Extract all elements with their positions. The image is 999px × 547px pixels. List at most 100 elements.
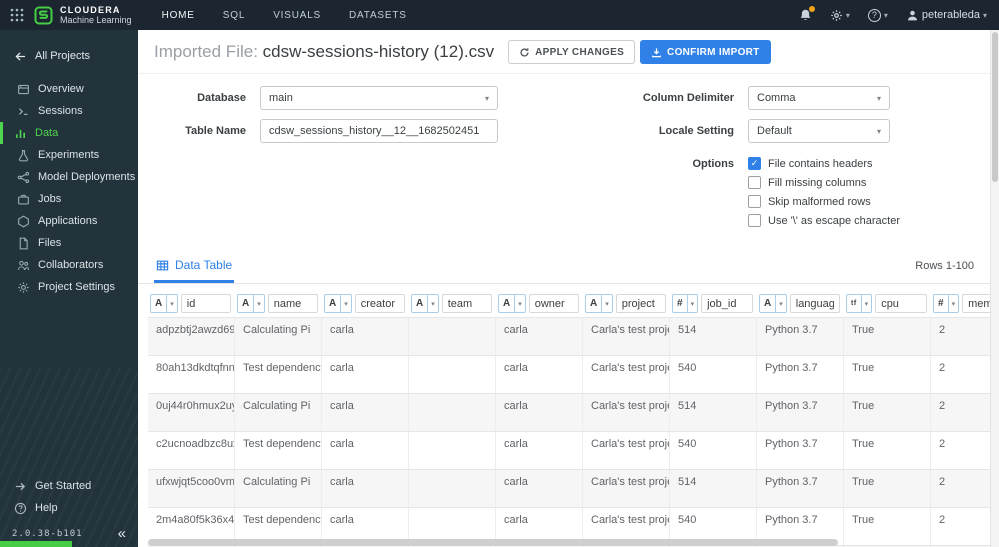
column-type-selector[interactable]: A ▾ xyxy=(411,294,439,313)
column-header-team: A ▾ xyxy=(409,294,496,313)
table-cell: True xyxy=(844,432,931,469)
sidebar-item-sessions[interactable]: Sessions xyxy=(0,100,138,122)
column-name-input[interactable] xyxy=(615,294,666,313)
help-menu-button[interactable]: ? ▾ xyxy=(867,8,888,22)
table-cell: True xyxy=(844,394,931,431)
sidebar-item-jobs[interactable]: Jobs xyxy=(0,188,138,210)
confirm-import-button[interactable]: CONFIRM IMPORT xyxy=(640,40,771,64)
sidebar-footer: Get Started Help xyxy=(0,475,138,519)
option-fill-missing-columns[interactable]: Fill missing columns xyxy=(748,176,900,189)
tab-data-table[interactable]: Data Table xyxy=(154,252,235,283)
column-type-selector[interactable]: A ▾ xyxy=(324,294,352,313)
sidebar-item-files[interactable]: Files xyxy=(0,232,138,254)
checkbox-unchecked-icon[interactable] xyxy=(748,214,761,227)
column-type-selector[interactable]: # ▾ xyxy=(933,294,960,313)
sidebar-item-label: Collaborators xyxy=(38,259,104,271)
chevron-down-icon: ▾ xyxy=(860,295,872,312)
column-name-input[interactable] xyxy=(875,294,927,313)
sessions-icon xyxy=(17,105,30,118)
project-settings-icon xyxy=(17,281,30,294)
nav-item-sql[interactable]: SQL xyxy=(223,10,245,21)
sidebar-item-applications[interactable]: Applications xyxy=(0,210,138,232)
sidebar-item-data[interactable]: Data xyxy=(0,122,138,144)
chevron-down-icon: ▾ xyxy=(427,295,438,312)
checkbox-checked-icon[interactable]: ✓ xyxy=(748,157,761,170)
sidebar-footer-get-started[interactable]: Get Started xyxy=(0,475,138,497)
cloudera-ml-logo[interactable]: CLOUDERA Machine Learning xyxy=(34,5,132,26)
user-menu-button[interactable]: peterableda ▾ xyxy=(906,9,987,22)
checkbox-unchecked-icon[interactable] xyxy=(748,195,761,208)
table-cell: Carla's test project2 xyxy=(583,470,670,507)
column-name-input[interactable] xyxy=(789,294,840,313)
files-icon xyxy=(17,237,30,250)
column-type-selector[interactable]: # ▾ xyxy=(672,294,699,313)
horizontal-scrollbar[interactable] xyxy=(148,539,838,546)
sidebar-footer-help[interactable]: Help xyxy=(0,497,138,519)
option-label: Fill missing columns xyxy=(768,176,867,189)
table-name-input[interactable] xyxy=(260,119,498,143)
column-delimiter-select[interactable]: Comma ▾ xyxy=(748,86,890,110)
column-type-selector[interactable]: A ▾ xyxy=(150,294,178,313)
sidebar-item-label: Data xyxy=(35,127,59,139)
column-type-selector[interactable]: A ▾ xyxy=(498,294,526,313)
table-cell: Carla's test project2 xyxy=(583,356,670,393)
table-cell: Python 3.7 xyxy=(757,356,844,393)
page-title: Imported File: cdsw-sessions-history (12… xyxy=(154,42,494,62)
option-use-as-escape-character[interactable]: Use '\' as escape character xyxy=(748,214,900,227)
help-icon xyxy=(14,502,27,515)
sidebar-item-label: Model Deployments xyxy=(38,171,136,183)
column-name-input[interactable] xyxy=(701,294,753,313)
column-name-input[interactable] xyxy=(528,294,579,313)
chevron-down-icon: ▾ xyxy=(484,93,489,103)
column-type-glyph: A xyxy=(416,298,424,309)
column-type-selector[interactable]: A ▾ xyxy=(237,294,265,313)
sidebar-item-label: Files xyxy=(38,237,62,249)
column-name-input[interactable] xyxy=(180,294,231,313)
column-name-input[interactable] xyxy=(267,294,318,313)
column-type-selector[interactable]: tf ▾ xyxy=(846,294,873,313)
nav-item-datasets[interactable]: DATASETS xyxy=(349,10,407,21)
notifications-button[interactable] xyxy=(799,6,815,22)
checkbox-unchecked-icon[interactable] xyxy=(748,176,761,189)
sidebar-item-overview[interactable]: Overview xyxy=(0,78,138,100)
settings-menu-button[interactable]: ▾ xyxy=(830,9,850,22)
table-row: c2ucnoadbzc8uxaaTest dependency 1carlaca… xyxy=(148,431,990,469)
apply-changes-label: APPLY CHANGES xyxy=(535,46,625,58)
column-name-input[interactable] xyxy=(441,294,492,313)
table-cell: 2 xyxy=(931,508,999,545)
chevron-down-icon: ▾ xyxy=(514,295,525,312)
column-type-glyph: A xyxy=(764,298,772,309)
option-label: Use '\' as escape character xyxy=(768,214,900,227)
option-file-contains-headers[interactable]: ✓ File contains headers xyxy=(748,157,900,170)
collapse-sidebar-icon[interactable]: « xyxy=(118,526,126,541)
chevron-down-icon: ▾ xyxy=(601,295,612,312)
vertical-scrollbar-thumb[interactable] xyxy=(992,32,998,182)
column-type-selector[interactable]: A ▾ xyxy=(759,294,787,313)
option-skip-malformed-rows[interactable]: Skip malformed rows xyxy=(748,195,900,208)
column-header-creator: A ▾ xyxy=(322,294,409,313)
sidebar-item-collaborators[interactable]: Collaborators xyxy=(0,254,138,276)
column-header-language: A ▾ xyxy=(757,294,844,313)
locale-setting-select[interactable]: Default ▾ xyxy=(748,119,890,143)
options-list: ✓ File contains headers Fill missing colum… xyxy=(748,152,900,233)
table-cell: ufxwjqt5coo0vmu1 xyxy=(148,470,235,507)
all-projects-back-link[interactable]: All Projects xyxy=(0,44,138,68)
column-type-selector[interactable]: A ▾ xyxy=(585,294,613,313)
sidebar-item-project-settings[interactable]: Project Settings xyxy=(0,276,138,298)
sidebar-item-model-deployments[interactable]: Model Deployments xyxy=(0,166,138,188)
app-grid-icon[interactable] xyxy=(10,8,24,22)
database-select[interactable]: main ▾ xyxy=(260,86,498,110)
user-icon xyxy=(906,9,919,22)
nav-item-visuals[interactable]: VISUALS xyxy=(273,10,321,21)
topbar-nav: HOME SQL VISUALS DATASETS xyxy=(162,10,407,21)
table-name-label: Table Name xyxy=(185,125,246,137)
vertical-scrollbar[interactable] xyxy=(990,30,999,547)
cloudera-logo-icon xyxy=(34,6,53,25)
column-type-glyph: A xyxy=(503,298,511,309)
nav-item-home[interactable]: HOME xyxy=(162,10,195,21)
column-name-input[interactable] xyxy=(354,294,405,313)
loading-progress-bar xyxy=(0,541,72,547)
table-cell: 540 xyxy=(670,356,757,393)
apply-changes-button[interactable]: APPLY CHANGES xyxy=(508,40,636,64)
sidebar-item-experiments[interactable]: Experiments xyxy=(0,144,138,166)
